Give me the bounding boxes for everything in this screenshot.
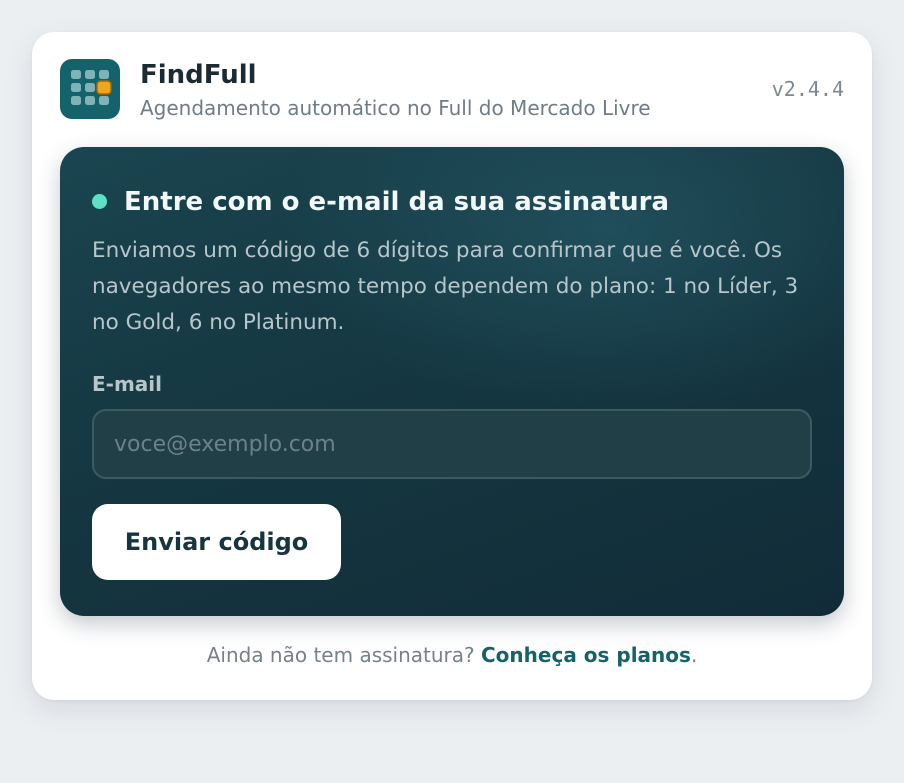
login-description: Enviamos um código de 6 dígitos para con…: [92, 238, 799, 335]
app-header: FindFull Agendamento automático no Full …: [60, 59, 844, 121]
calendar-grid-icon: [60, 59, 120, 119]
version-label: v2.4.4: [771, 77, 844, 101]
status-dot-icon: [92, 194, 107, 209]
send-code-button[interactable]: Enviar código: [92, 504, 341, 580]
app-name: FindFull: [140, 60, 257, 90]
footer-suffix: .: [690, 643, 698, 667]
app-subtitle: Agendamento automático no Full do Mercad…: [140, 96, 651, 120]
plans-link[interactable]: Conheça os planos: [481, 643, 691, 667]
footer-note: Ainda não tem assinatura? Conheça os pla…: [32, 642, 872, 668]
email-input[interactable]: [92, 409, 812, 479]
footer-text: Ainda não tem assinatura?: [206, 643, 481, 667]
login-title: Entre com o e-mail da sua assinatura: [124, 187, 670, 217]
login-card: FindFull Agendamento automático no Full …: [32, 32, 872, 700]
email-label: E-mail: [92, 372, 163, 396]
login-panel: Entre com o e-mail da sua assinatura Env…: [60, 147, 844, 616]
